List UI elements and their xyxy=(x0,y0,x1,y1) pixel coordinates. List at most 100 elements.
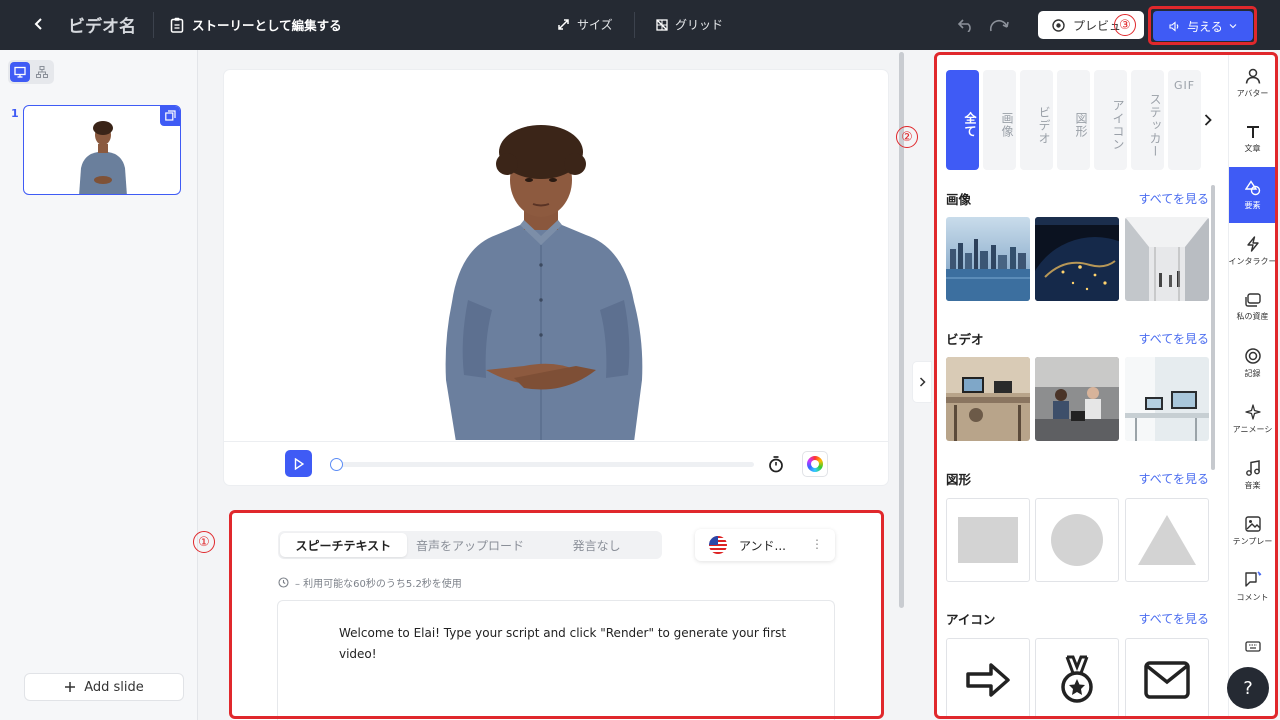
shape-triangle[interactable] xyxy=(1125,498,1209,582)
image-thumbnail-earth[interactable] xyxy=(1035,217,1119,301)
folder-stack-icon xyxy=(1244,292,1261,307)
size-label: サイズ xyxy=(577,18,613,32)
earth-at-night-image xyxy=(1035,217,1119,301)
tree-view-button[interactable] xyxy=(32,62,52,82)
tab-speech-text[interactable]: スピーチテキスト xyxy=(280,533,407,557)
slides-view-button[interactable] xyxy=(10,62,30,82)
meeting-video xyxy=(1035,357,1119,441)
duplicate-slide-button[interactable] xyxy=(160,106,180,126)
see-all-icons-link[interactable]: すべてを見る xyxy=(1139,610,1209,627)
hierarchy-icon xyxy=(36,66,48,78)
tab-all[interactable]: 全て xyxy=(946,70,979,170)
edit-as-story-button[interactable]: ストーリーとして編集する xyxy=(170,15,342,34)
avatar-presenter[interactable] xyxy=(224,70,888,440)
rectangle-shape-icon xyxy=(958,517,1018,563)
usage-text: – 利用可能な60秒のうち5.2秒を使用 xyxy=(295,579,462,590)
categories-next-button[interactable] xyxy=(1201,110,1215,130)
stopwatch-button[interactable] xyxy=(767,455,785,473)
rail-item-elements[interactable]: 要素 xyxy=(1229,167,1276,223)
rail-item-avatar[interactable]: アバター xyxy=(1229,55,1276,111)
lightning-icon xyxy=(1246,235,1259,252)
video-name[interactable]: ビデオ名 xyxy=(68,12,136,37)
size-button[interactable]: サイズ xyxy=(557,16,613,33)
add-slide-label: Add slide xyxy=(84,679,144,695)
give-button[interactable]: 与える xyxy=(1153,11,1253,41)
shape-circle[interactable] xyxy=(1035,498,1119,582)
usage-info: – 利用可能な60秒のうち5.2秒を使用 xyxy=(278,575,462,590)
rail-item-record[interactable]: 記録 xyxy=(1229,335,1276,391)
panel-scrollbar[interactable] xyxy=(1211,185,1215,470)
timeline-scrubber[interactable] xyxy=(330,458,754,471)
circle-shape-icon xyxy=(1051,514,1103,566)
tab-images[interactable]: 画像 xyxy=(983,70,1016,170)
edit-as-story-label: ストーリーとして編集する xyxy=(192,18,342,33)
video-thumbnail-workstation[interactable] xyxy=(1125,357,1209,441)
icon-tile-mail[interactable] xyxy=(1125,638,1209,719)
rail-label-comments: コメント xyxy=(1236,593,1269,602)
canvas-stage[interactable] xyxy=(224,70,888,440)
script-text[interactable]: Welcome to Elai! Type your script and cl… xyxy=(339,623,789,665)
rail-item-keyboard[interactable] xyxy=(1229,621,1276,671)
medal-icon xyxy=(1061,655,1093,703)
category-tabs: 全て 画像 ビデオ 図形 アイコン ステッカー GIF xyxy=(946,70,1201,170)
back-button[interactable] xyxy=(28,13,50,35)
undo-button[interactable] xyxy=(955,14,977,36)
rail-item-music[interactable]: 音楽 xyxy=(1229,447,1276,503)
voice-selector[interactable]: アンド... ⋮ xyxy=(695,529,835,561)
color-wheel-icon xyxy=(807,456,823,472)
rail-label-text: 文章 xyxy=(1244,143,1261,153)
rail-item-comments[interactable]: コメント xyxy=(1229,559,1276,615)
rail-label-elements: 要素 xyxy=(1244,200,1261,210)
rail-item-text[interactable]: 文章 xyxy=(1229,111,1276,167)
slides-sidebar: 1 Add slide xyxy=(0,50,198,720)
stopwatch-icon xyxy=(769,456,783,473)
see-all-video-link[interactable]: すべてを見る xyxy=(1139,330,1209,347)
shape-rectangle[interactable] xyxy=(946,498,1030,582)
script-editor[interactable]: Welcome to Elai! Type your script and cl… xyxy=(277,600,835,720)
avatar-thumbnail xyxy=(79,121,127,194)
tab-gif[interactable]: GIF xyxy=(1168,70,1201,170)
elements-panel: 全て 画像 ビデオ 図形 アイコン ステッカー GIF 画像 すべてを見る ビデ… xyxy=(937,55,1228,719)
workstation-video xyxy=(1125,357,1209,441)
clipboard-icon xyxy=(170,17,184,33)
shapes-icon xyxy=(1244,179,1260,195)
tab-shapes[interactable]: 図形 xyxy=(1057,70,1090,170)
video-canvas xyxy=(224,70,888,485)
tab-upload-audio[interactable]: 音声をアップロード xyxy=(407,533,534,557)
see-all-images-link[interactable]: すべてを見る xyxy=(1139,190,1209,207)
color-picker-button[interactable] xyxy=(802,451,828,477)
rail-item-my-assets[interactable]: 私の資産 xyxy=(1229,279,1276,335)
icon-tile-arrow[interactable] xyxy=(946,638,1030,719)
tab-no-speech[interactable]: 発言なし xyxy=(533,533,660,557)
see-all-shapes-link[interactable]: すべてを見る xyxy=(1139,470,1209,487)
tab-stickers[interactable]: ステッカー xyxy=(1131,70,1164,170)
redo-button[interactable] xyxy=(988,14,1010,36)
more-options-icon[interactable]: ⋮ xyxy=(811,537,823,551)
grid-label: グリッド xyxy=(675,18,724,32)
copy-icon xyxy=(165,110,176,121)
image-thumbnail-city[interactable] xyxy=(946,217,1030,301)
image-thumbnail-hall[interactable] xyxy=(1125,217,1209,301)
us-flag-icon xyxy=(709,536,727,554)
video-thumbnail-desk[interactable] xyxy=(946,357,1030,441)
add-slide-button[interactable]: Add slide xyxy=(24,673,184,701)
rail-item-interaction[interactable]: インタラクー xyxy=(1229,223,1276,279)
office-desk-video xyxy=(946,357,1030,441)
icon-tile-medal[interactable] xyxy=(1035,638,1119,719)
chevron-right-icon xyxy=(919,377,926,387)
grid-button[interactable]: グリッド xyxy=(656,16,723,33)
slide-thumbnail[interactable] xyxy=(23,105,181,195)
tab-video[interactable]: ビデオ xyxy=(1020,70,1053,170)
video-thumbnail-meeting[interactable] xyxy=(1035,357,1119,441)
sparkle-icon xyxy=(1244,403,1261,420)
rail-label-music: 音楽 xyxy=(1244,480,1261,490)
help-button[interactable]: ? xyxy=(1227,667,1269,709)
tab-icons[interactable]: アイコン xyxy=(1094,70,1127,170)
collapse-panel-button[interactable] xyxy=(913,362,931,402)
play-button[interactable] xyxy=(285,450,312,477)
preview-icon xyxy=(1052,18,1065,32)
rail-item-templates[interactable]: テンプレー xyxy=(1229,503,1276,559)
view-toggle xyxy=(8,60,54,84)
scrubber-handle[interactable] xyxy=(330,458,343,471)
rail-item-animation[interactable]: アニメーシ xyxy=(1229,391,1276,447)
